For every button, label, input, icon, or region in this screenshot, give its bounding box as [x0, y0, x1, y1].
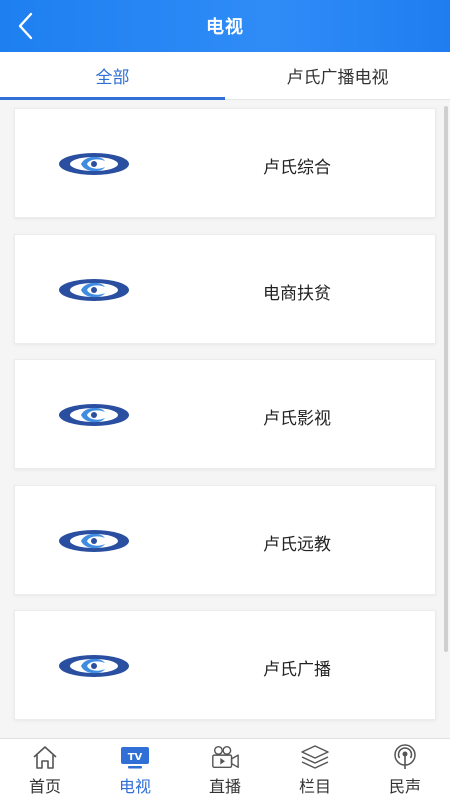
page-title: 电视 — [206, 17, 244, 38]
channel-logo-icon — [59, 153, 129, 175]
channel-name: 卢氏广播 — [263, 660, 331, 680]
list-scrollbar[interactable] — [444, 106, 448, 652]
channel-logo-icon — [59, 655, 129, 677]
nav-tv[interactable]: TV 电视 — [90, 739, 180, 800]
channel-name: 卢氏综合 — [263, 158, 331, 178]
channel-list: 卢氏综合 电商扶贫 卢氏影视 卢氏远教 卢氏广播 — [0, 100, 450, 738]
nav-label: 首页 — [28, 777, 61, 796]
channel-logo-icon — [59, 404, 129, 426]
nav-label: 栏目 — [298, 777, 331, 796]
layers-icon — [300, 743, 330, 771]
channel-name: 卢氏远教 — [263, 535, 331, 555]
channel-card-lushi-zonghe[interactable]: 卢氏综合 — [14, 108, 436, 218]
channel-card-dianshang-fupin[interactable]: 电商扶贫 — [14, 234, 436, 344]
nav-live[interactable]: 直播 — [180, 739, 270, 800]
chevron-left-icon — [18, 12, 33, 40]
broadcast-icon — [390, 743, 420, 771]
nav-public-voice[interactable]: 民声 — [360, 739, 450, 800]
bottom-nav: 首页 TV 电视 直播 栏目 民声 — [0, 738, 450, 800]
tv-icon: TV — [120, 743, 150, 771]
nav-label: 电视 — [118, 777, 151, 796]
channel-logo-icon — [59, 279, 129, 301]
app-header: 电视 — [0, 0, 450, 52]
tab-all[interactable]: 全部 — [0, 52, 225, 100]
channel-name: 卢氏影视 — [263, 409, 331, 429]
home-icon — [30, 743, 60, 771]
category-tabs: 全部 卢氏广播电视 — [0, 52, 450, 100]
svg-text:TV: TV — [128, 752, 143, 763]
channel-logo-icon — [59, 530, 129, 552]
channel-card-lushi-yuanjiao[interactable]: 卢氏远教 — [14, 485, 436, 595]
nav-home[interactable]: 首页 — [0, 739, 90, 800]
nav-label: 直播 — [208, 777, 241, 796]
video-camera-icon — [210, 743, 240, 771]
nav-columns[interactable]: 栏目 — [270, 739, 360, 800]
channel-name: 电商扶贫 — [263, 284, 331, 304]
back-button[interactable] — [8, 8, 44, 44]
channel-card-lushi-guangbo[interactable]: 卢氏广播 — [14, 610, 436, 720]
nav-label: 民声 — [388, 777, 421, 796]
channel-card-lushi-yingshi[interactable]: 卢氏影视 — [14, 359, 436, 469]
tab-lushi-broadcast-tv[interactable]: 卢氏广播电视 — [225, 52, 450, 99]
